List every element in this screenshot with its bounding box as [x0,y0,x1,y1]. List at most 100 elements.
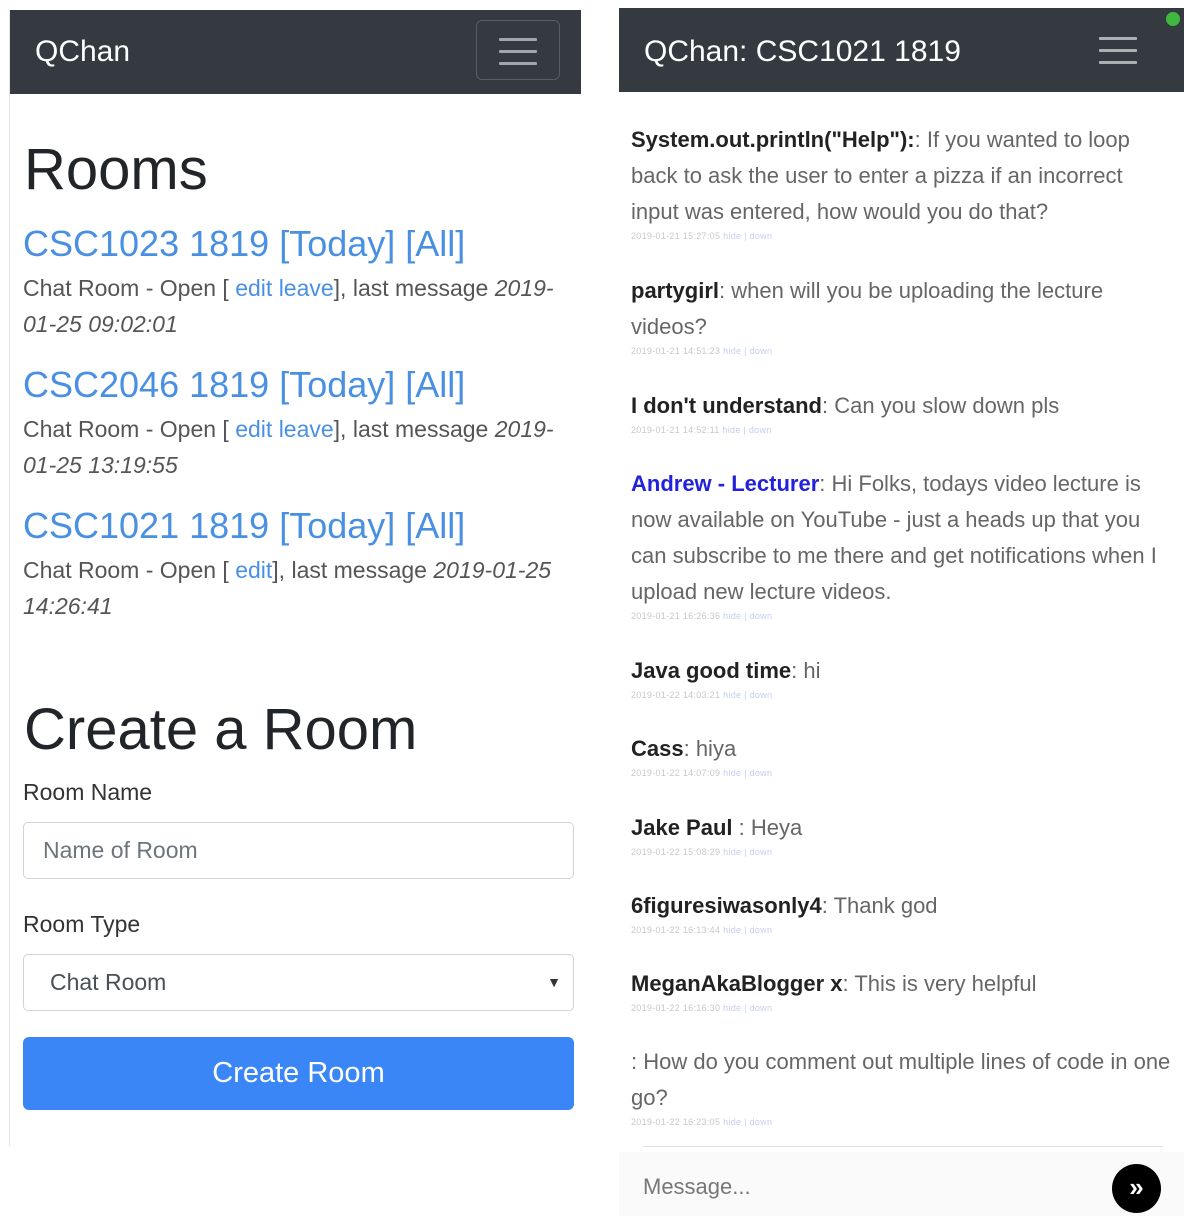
room-meta: Chat Room - Open [ edit leave], last mes… [23,411,568,483]
room-edit-link[interactable]: edit [235,416,272,442]
room-title: CSC2046 1819 [Today] [All] [23,363,568,407]
message-timestamp: 2019-01-22 14:03:21 [631,690,721,700]
room-all-link[interactable]: [All] [405,505,465,546]
chat-message: partygirl: when will you be uploading th… [631,273,1176,357]
room-meta-sep: ], last message [272,557,427,583]
room-all-link[interactable]: [All] [405,223,465,264]
message-text: : Heya [738,815,803,840]
room-name-input[interactable]: Name of Room [23,822,574,879]
chat-message: I don't understand: Can you slow down pl… [631,388,1176,436]
chat-message: : How do you comment out multiple lines … [631,1044,1176,1128]
create-room-heading: Create a Room [24,697,418,762]
compose-bar: Message... » [619,1152,1184,1216]
message-timestamp: 2019-01-22 16:13:44 [631,925,721,935]
room-link[interactable]: CSC1023 1819 [23,223,269,264]
chat-message: System.out.println("Help"):: If you want… [631,122,1176,242]
room-name-label: Room Name [23,779,153,805]
message-timestamp: 2019-01-21 14:51:23 [631,346,721,356]
message-author: MeganAkaBlogger x [631,971,843,996]
message-timestamp: 2019-01-22 15:08:29 [631,847,721,857]
message-actions[interactable]: hide | down [723,231,772,241]
message-author: Jake Paul [631,815,739,840]
message-actions[interactable]: hide | down [723,768,772,778]
message-author: Java good time [631,658,792,683]
double-chevron-right-icon: » [1129,1172,1144,1202]
message-timestamp: 2019-01-21 16:26:36 [631,611,721,621]
room-type-label: Room Type [23,911,141,937]
message-timestamp: 2019-01-22 14:07:09 [631,768,721,778]
room-link[interactable]: CSC1021 1819 [23,505,269,546]
room-status: Chat Room - Open [ [23,557,229,583]
caret-down-icon: ▼ [547,974,561,990]
room-item: CSC1023 1819 [Today] [All] Chat Room - O… [23,222,568,342]
room-today-link[interactable]: [Today] [279,364,395,405]
room-meta-sep: ], last message [333,275,489,301]
room-link[interactable]: CSC2046 1819 [23,364,269,405]
brand-logo[interactable]: QChan [35,34,130,70]
message-author: Cass [631,736,684,761]
room-edit-link[interactable]: edit [235,557,272,583]
chat-message: Cass: hiya 2019-01-22 14:07:09 hide | do… [631,731,1176,779]
room-type-selected: Chat Room [50,969,167,995]
message-text: : hiya [683,736,737,761]
room-title: CSC1021 1819 [Today] [All] [23,504,568,548]
message-timestamp: 2019-01-21 14:52:11 [631,425,720,435]
message-text: : This is very helpful [842,971,1037,996]
chat-message: MeganAkaBlogger x: This is very helpful … [631,966,1176,1014]
message-author: partygirl [631,278,720,303]
message-timestamp: 2019-01-22 16:16:30 [631,1003,721,1013]
room-status: Chat Room - Open [ [23,416,229,442]
room-leave-link[interactable]: leave [279,416,334,442]
room-edit-link[interactable]: edit [235,275,272,301]
send-button[interactable]: » [1112,1164,1161,1213]
create-room-button[interactable]: Create Room [23,1037,574,1110]
message-actions[interactable]: hide | down [723,1003,772,1013]
room-all-link[interactable]: [All] [405,364,465,405]
room-leave-link[interactable]: leave [279,275,334,301]
chat-message: Jake Paul : Heya 2019-01-22 15:08:29 hid… [631,810,1176,858]
navbar: QChan [10,10,581,94]
message-input[interactable]: Message... [643,1172,751,1202]
room-type-select[interactable]: Chat Room ▼ [23,954,574,1011]
message-actions[interactable]: hide | down [723,690,772,700]
room-title: CSC1023 1819 [Today] [All] [23,222,568,266]
message-text: : hi [791,658,821,683]
message-actions[interactable]: hide | down [723,346,772,356]
room-today-link[interactable]: [Today] [279,505,395,546]
message-text: : Can you slow down pls [822,393,1060,418]
chat-menu-button[interactable] [1099,33,1139,67]
room-item: CSC1021 1819 [Today] [All] Chat Room - O… [23,504,568,624]
message-author: Andrew - Lecturer [631,471,820,496]
message-text: : Thank god [821,893,938,918]
room-item: CSC2046 1819 [Today] [All] Chat Room - O… [23,363,568,483]
chat-message: 6figuresiwasonly4: Thank god 2019-01-22 … [631,888,1176,936]
message-author: 6figuresiwasonly4 [631,893,822,918]
chat-navbar: QChan: CSC1021 1819 [619,8,1184,92]
message-actions[interactable]: hide | down [723,611,772,621]
message-actions[interactable]: hide | down [723,847,772,857]
chat-title: QChan: CSC1021 1819 [644,35,961,68]
message-timestamp: 2019-01-22 16:23:05 [631,1117,721,1127]
rooms-panel: QChan Rooms CSC1023 1819 [Today] [All] C… [9,10,581,1146]
chat-message: Java good time: hi 2019-01-22 14:03:21 h… [631,653,1176,701]
rooms-heading: Rooms [24,137,208,202]
room-meta-sep: ], last message [333,416,489,442]
message-actions[interactable]: hide | down [723,1117,772,1127]
chat-panel: QChan: CSC1021 1819 System.out.println("… [619,8,1184,1216]
menu-toggle-button[interactable] [476,20,560,80]
hamburger-icon [1099,37,1137,40]
message-author: I don't understand [631,393,822,418]
room-today-link[interactable]: [Today] [279,223,395,264]
chat-message: Andrew - Lecturer: Hi Folks, todays vide… [631,466,1176,622]
hamburger-icon [499,38,537,41]
room-status: Chat Room - Open [ [23,275,229,301]
room-meta: Chat Room - Open [ edit], last message 2… [23,552,568,624]
message-timestamp: 2019-01-21 15:27:05 [631,231,721,241]
room-meta: Chat Room - Open [ edit leave], last mes… [23,270,568,342]
message-author: System.out.println("Help"): [631,127,915,152]
message-text: : How do you comment out multiple lines … [631,1049,1171,1110]
compose-divider [643,1146,1163,1147]
message-actions[interactable]: hide | down [723,925,772,935]
online-status-icon [1166,12,1180,26]
message-actions[interactable]: hide | down [722,425,771,435]
